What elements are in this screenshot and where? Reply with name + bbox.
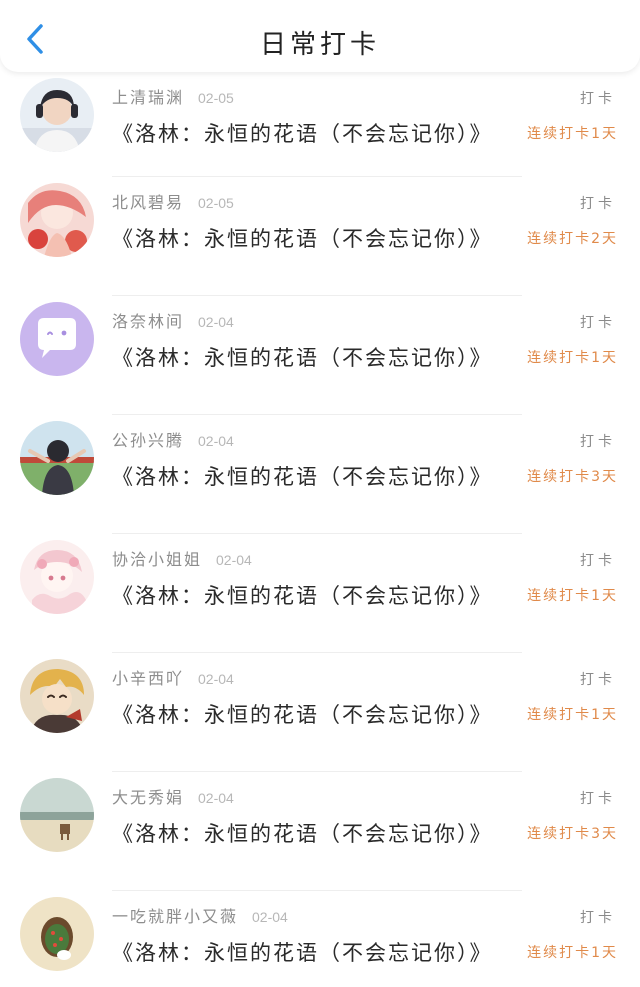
- book-title[interactable]: 《洛林：永恒的花语（不会忘记你）》: [112, 580, 493, 610]
- page-title: 日常打卡: [259, 30, 380, 60]
- avatar[interactable]: [20, 778, 94, 852]
- entry-date: 02-04: [198, 671, 234, 687]
- book-title[interactable]: 《洛林：永恒的花语（不会忘记你）》: [112, 937, 493, 967]
- streak-badge: 连续打卡1天: [527, 707, 618, 723]
- avatar[interactable]: [20, 302, 94, 376]
- entry-date: 02-04: [252, 909, 288, 925]
- entry-date: 02-04: [198, 433, 234, 449]
- streak-badge: 连续打卡1天: [527, 350, 618, 366]
- book-title[interactable]: 《洛林：永恒的花语（不会忘记你）》: [112, 118, 493, 148]
- username[interactable]: 小辛西吖: [112, 665, 184, 689]
- list-item[interactable]: 北风碧易 02-05 《洛林：永恒的花语（不会忘记你）》 打卡 连续打卡2天: [0, 177, 640, 296]
- list-item[interactable]: 小辛西吖 02-04 《洛林：永恒的花语（不会忘记你）》 打卡 连续打卡1天: [0, 653, 640, 772]
- avatar[interactable]: [20, 659, 94, 733]
- entry-date: 02-04: [198, 314, 234, 330]
- checkin-label[interactable]: 打卡: [580, 88, 616, 108]
- username[interactable]: 洛奈林间: [112, 308, 184, 332]
- checkin-label[interactable]: 打卡: [580, 669, 616, 689]
- username[interactable]: 一吃就胖小又薇: [112, 903, 238, 927]
- top-bar: 日常打卡: [0, 0, 640, 72]
- list-item[interactable]: 一吃就胖小又薇 02-04 《洛林：永恒的花语（不会忘记你）》 打卡 连续打卡1…: [0, 891, 640, 987]
- book-title[interactable]: 《洛林：永恒的花语（不会忘记你）》: [112, 223, 493, 253]
- book-title[interactable]: 《洛林：永恒的花语（不会忘记你）》: [112, 818, 493, 848]
- entry-meta: 协洽小姐姐 02-04: [112, 546, 252, 570]
- username[interactable]: 公孙兴腾: [112, 427, 184, 451]
- list-item[interactable]: 协洽小姐姐 02-04 《洛林：永恒的花语（不会忘记你）》 打卡 连续打卡1天: [0, 534, 640, 653]
- entry-meta: 上清瑞渊 02-05: [112, 84, 234, 108]
- list-item[interactable]: 洛奈林间 02-04 《洛林：永恒的花语（不会忘记你）》 打卡 连续打卡1天: [0, 296, 640, 415]
- book-title[interactable]: 《洛林：永恒的花语（不会忘记你）》: [112, 461, 493, 491]
- entry-date: 02-05: [198, 90, 234, 106]
- entry-meta: 公孙兴腾 02-04: [112, 427, 234, 451]
- checkin-label[interactable]: 打卡: [580, 788, 616, 808]
- book-title[interactable]: 《洛林：永恒的花语（不会忘记你）》: [112, 342, 493, 372]
- checkin-label[interactable]: 打卡: [580, 907, 616, 927]
- username[interactable]: 大无秀娟: [112, 784, 184, 808]
- checkin-label[interactable]: 打卡: [580, 193, 616, 213]
- streak-badge: 连续打卡2天: [527, 231, 618, 247]
- list-item[interactable]: 公孙兴腾 02-04 《洛林：永恒的花语（不会忘记你）》 打卡 连续打卡3天: [0, 415, 640, 534]
- streak-badge: 连续打卡1天: [527, 126, 618, 142]
- book-title[interactable]: 《洛林：永恒的花语（不会忘记你）》: [112, 699, 493, 729]
- entry-meta: 北风碧易 02-05: [112, 189, 234, 213]
- streak-badge: 连续打卡3天: [527, 826, 618, 842]
- checkin-label[interactable]: 打卡: [580, 550, 616, 570]
- entry-meta: 大无秀娟 02-04: [112, 784, 234, 808]
- entry-meta: 一吃就胖小又薇 02-04: [112, 903, 288, 927]
- entry-meta: 小辛西吖 02-04: [112, 665, 234, 689]
- streak-badge: 连续打卡1天: [527, 588, 618, 604]
- username[interactable]: 北风碧易: [112, 189, 184, 213]
- list-item[interactable]: 大无秀娟 02-04 《洛林：永恒的花语（不会忘记你）》 打卡 连续打卡3天: [0, 772, 640, 891]
- entry-date: 02-05: [198, 195, 234, 211]
- entry-date: 02-04: [216, 552, 252, 568]
- checkin-list: 上清瑞渊 02-05 《洛林：永恒的花语（不会忘记你）》 打卡 连续打卡1天 北…: [0, 72, 640, 987]
- checkin-label[interactable]: 打卡: [580, 312, 616, 332]
- avatar[interactable]: [20, 78, 94, 152]
- avatar[interactable]: [20, 183, 94, 257]
- streak-badge: 连续打卡3天: [527, 469, 618, 485]
- avatar[interactable]: [20, 421, 94, 495]
- entry-meta: 洛奈林间 02-04: [112, 308, 234, 332]
- avatar[interactable]: [20, 897, 94, 971]
- list-item[interactable]: 上清瑞渊 02-05 《洛林：永恒的花语（不会忘记你）》 打卡 连续打卡1天: [0, 72, 640, 177]
- streak-badge: 连续打卡1天: [527, 945, 618, 961]
- entry-date: 02-04: [198, 790, 234, 806]
- username[interactable]: 上清瑞渊: [112, 84, 184, 108]
- avatar[interactable]: [20, 540, 94, 614]
- username[interactable]: 协洽小姐姐: [112, 546, 202, 570]
- checkin-label[interactable]: 打卡: [580, 431, 616, 451]
